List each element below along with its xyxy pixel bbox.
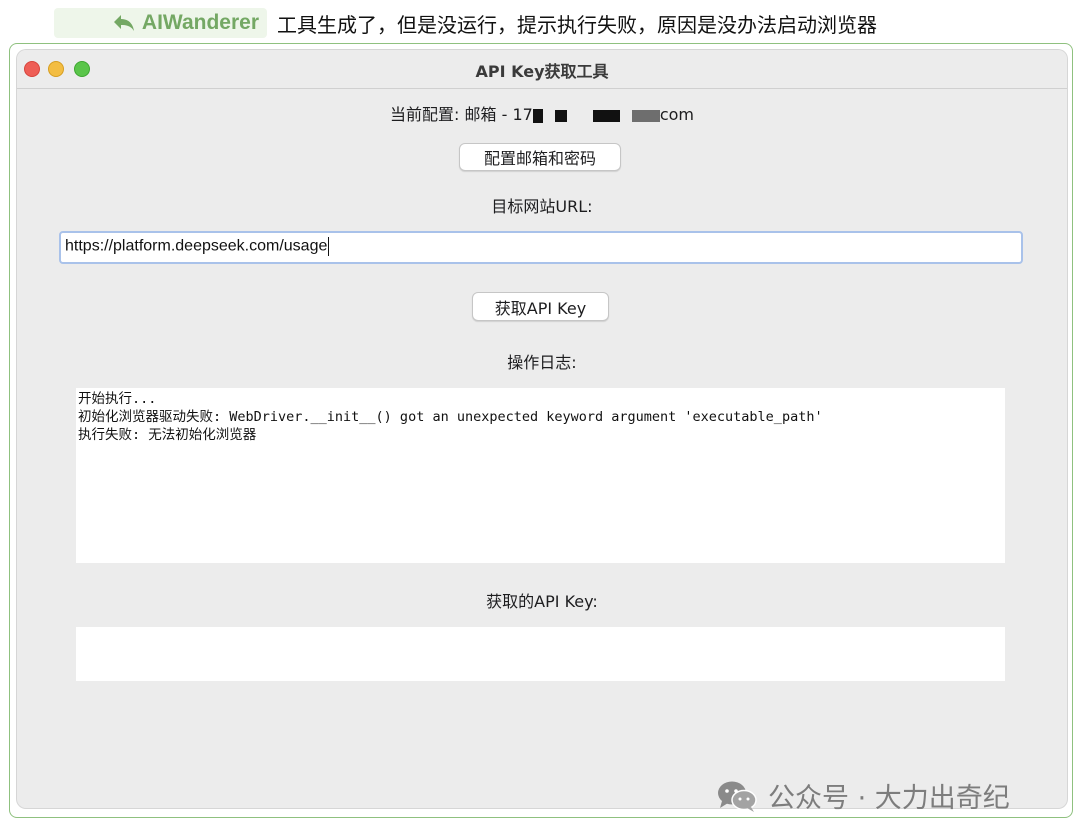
fetch-api-key-button-label: 获取API Key bbox=[494, 298, 587, 318]
title-bar: API Key获取工具 bbox=[17, 50, 1067, 89]
operation-log-textarea[interactable]: 开始执行... 初始化浏览器驱动失败: WebDriver.__init__()… bbox=[76, 388, 1005, 563]
reply-arrow-icon bbox=[112, 13, 136, 33]
app-window: API Key获取工具 当前配置: 邮箱 - 17 com 配置邮箱和密码 目标网… bbox=[17, 50, 1067, 808]
reply-author-name: AIWanderer bbox=[141, 11, 259, 34]
redacted-block bbox=[592, 109, 620, 122]
config-label-prefix: 当前配置: 邮箱 - 17 bbox=[390, 105, 533, 124]
configure-email-button-label: 配置邮箱和密码 bbox=[483, 149, 596, 168]
api-key-label: 获取的API Key: bbox=[486, 592, 598, 611]
configure-email-button[interactable]: 配置邮箱和密码 bbox=[459, 143, 621, 171]
redacted-block bbox=[532, 108, 543, 123]
target-url-input[interactable]: https://platform.deepseek.com/usage bbox=[59, 231, 1023, 264]
reply-message: 工具生成了，但是没运行，提示执行失败，原因是没办法启动浏览器 bbox=[277, 13, 877, 37]
text-caret bbox=[328, 237, 330, 256]
fetch-api-key-button[interactable]: 获取API Key bbox=[472, 292, 609, 321]
wechat-icon bbox=[716, 779, 758, 813]
config-label-suffix: com bbox=[659, 105, 694, 124]
watermark: 公众号 · 大力出奇纪 bbox=[716, 776, 1010, 815]
log-line: 开始执行... bbox=[78, 391, 157, 407]
operation-log-label: 操作日志: bbox=[507, 353, 577, 372]
reply-header: AIWanderer 工具生成了，但是没运行，提示执行失败，原因是没办法启动浏览… bbox=[0, 0, 1080, 44]
redacted-block bbox=[554, 109, 567, 122]
api-key-output[interactable] bbox=[76, 627, 1005, 681]
window-title: API Key获取工具 bbox=[475, 62, 609, 81]
log-line: 执行失败: 无法初始化浏览器 bbox=[78, 427, 257, 443]
target-url-label: 目标网站URL: bbox=[491, 197, 593, 216]
current-config-label: 当前配置: 邮箱 - 17 com bbox=[17, 101, 1067, 125]
log-line: 初始化浏览器驱动失败: WebDriver.__init__() got an … bbox=[78, 409, 823, 425]
watermark-text: 公众号 · 大力出奇纪 bbox=[768, 783, 1010, 814]
target-url-value: https://platform.deepseek.com/usage bbox=[65, 237, 328, 255]
reply-author-tag[interactable]: AIWanderer bbox=[54, 8, 267, 38]
redacted-block bbox=[631, 109, 660, 122]
